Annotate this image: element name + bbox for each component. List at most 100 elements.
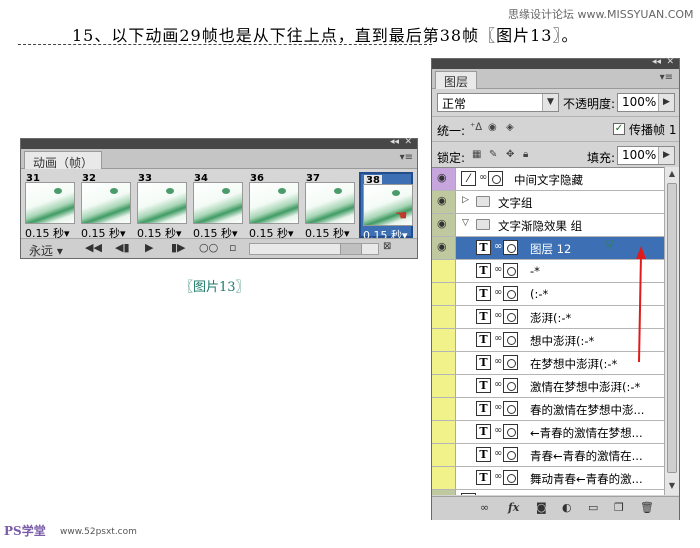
animation-scrollbar[interactable] bbox=[249, 243, 379, 255]
unify-label: 统一: bbox=[437, 124, 466, 138]
folder-icon bbox=[476, 219, 490, 230]
animation-frame[interactable]: 31 0.15 秒▾ bbox=[23, 172, 77, 240]
layer-visibility-toggle[interactable] bbox=[432, 329, 456, 351]
layer-visibility-toggle[interactable]: ◉ bbox=[432, 490, 456, 495]
eye-icon: ◉ bbox=[437, 493, 447, 495]
animation-frame[interactable]: 32 0.15 秒▾ bbox=[79, 172, 133, 240]
layer-row[interactable]: T ∞ 春的激情在梦想中澎... bbox=[432, 398, 664, 421]
blend-mode-select[interactable]: 正常 ▼ bbox=[437, 93, 559, 112]
layer-row[interactable]: T ∞ -* bbox=[432, 260, 664, 283]
unify-visibility-icon[interactable]: ◉ bbox=[488, 122, 497, 133]
collapse-triangle-icon[interactable]: ▽ bbox=[462, 218, 469, 228]
layer-group-row[interactable]: ◉ ▷ 文字组 bbox=[432, 191, 664, 214]
text-layer-icon: T bbox=[476, 378, 491, 393]
layer-row[interactable]: T ∞ 澎湃(:-* bbox=[432, 306, 664, 329]
close-icon[interactable]: ✕ bbox=[404, 137, 412, 147]
scrollbar-thumb[interactable] bbox=[340, 244, 362, 254]
layer-row-selected[interactable]: ◉ T ∞ 图层 12 ☟ bbox=[432, 237, 664, 260]
folder-icon[interactable]: ▭ bbox=[588, 501, 598, 514]
scroll-up-icon[interactable]: ▲ bbox=[666, 169, 678, 181]
layer-visibility-toggle[interactable] bbox=[432, 306, 456, 328]
layer-row[interactable]: T ∞ 在梦想中澎湃(:-* bbox=[432, 352, 664, 375]
layer-group-row[interactable]: ◉ ▽ 文字渐隐效果 组 bbox=[432, 214, 664, 237]
layer-visibility-toggle[interactable] bbox=[432, 375, 456, 397]
close-icon[interactable]: ✕ bbox=[666, 57, 674, 67]
layer-visibility-toggle[interactable] bbox=[432, 421, 456, 443]
animation-frame[interactable]: 34 0.15 秒▾ bbox=[191, 172, 245, 240]
new-layer-icon[interactable]: ❐ bbox=[614, 501, 624, 514]
duplicate-frame-button[interactable]: ▫ bbox=[229, 241, 236, 254]
layer-visibility-toggle[interactable] bbox=[432, 260, 456, 282]
layer-visibility-toggle[interactable]: ◉ bbox=[432, 168, 456, 190]
fx-icon[interactable]: fx bbox=[508, 501, 519, 514]
divider bbox=[432, 141, 679, 142]
link-icon: ∞ bbox=[494, 241, 503, 252]
expand-triangle-icon[interactable]: ▷ bbox=[462, 195, 469, 205]
layer-visibility-toggle[interactable]: ◉ bbox=[432, 237, 456, 259]
layers-panel-titlebar[interactable]: ◂◂ ✕ bbox=[432, 57, 679, 69]
lock-all-icon[interactable]: 🔒︎ bbox=[523, 149, 528, 160]
divider bbox=[432, 116, 679, 117]
propagate-frame-checkbox[interactable]: ✓ bbox=[613, 123, 625, 135]
text-layer-icon: T bbox=[476, 263, 491, 278]
layer-visibility-toggle[interactable] bbox=[432, 398, 456, 420]
lock-position-icon[interactable]: ✥ bbox=[506, 149, 514, 160]
panel-menu-icon[interactable]: ▾≡ bbox=[400, 152, 413, 163]
lock-transparency-icon[interactable]: ▦ bbox=[472, 149, 481, 160]
collapse-icon[interactable]: ◂◂ bbox=[390, 137, 399, 147]
animation-panel-titlebar[interactable]: ◂◂ ✕ bbox=[21, 137, 417, 149]
first-frame-button[interactable]: ◀◀ bbox=[85, 241, 102, 254]
layer-row[interactable]: T ∞ 激情在梦想中澎湃(:-* bbox=[432, 375, 664, 398]
timeline-toggle-icon[interactable]: ⊠ bbox=[383, 241, 391, 252]
animation-frame[interactable]: 37 0.15 秒▾ bbox=[303, 172, 357, 240]
layer-visibility-toggle[interactable]: ◉ bbox=[432, 214, 456, 236]
layer-name: (:-* bbox=[530, 287, 549, 301]
eye-icon: ◉ bbox=[437, 171, 447, 184]
adjustment-icon[interactable]: ◐ bbox=[562, 501, 572, 514]
unify-style-icon[interactable]: ◈ bbox=[506, 122, 514, 133]
next-frame-button[interactable]: ▮▶ bbox=[171, 241, 186, 254]
frame-thumbnail bbox=[81, 182, 131, 224]
layer-visibility-toggle[interactable] bbox=[432, 283, 456, 305]
tab-animation-frames[interactable]: 动画（帧） bbox=[24, 151, 103, 170]
mask-icon[interactable]: ◙ bbox=[536, 501, 547, 514]
layer-row[interactable]: ◉ ⁄ ∞ 中间文字隐藏 bbox=[432, 168, 664, 191]
layer-row[interactable]: T ∞ (:-* bbox=[432, 283, 664, 306]
layer-visibility-toggle[interactable] bbox=[432, 467, 456, 489]
layer-visibility-toggle[interactable]: ◉ bbox=[432, 191, 456, 213]
panel-menu-icon[interactable]: ▾≡ bbox=[660, 72, 673, 83]
text-layer-icon: T bbox=[476, 447, 491, 462]
animation-frame[interactable]: 36 0.15 秒▾ bbox=[247, 172, 301, 240]
layer-row[interactable]: T ∞ ←青春的激情在梦想... bbox=[432, 421, 664, 444]
opacity-input[interactable]: 100% ▶ bbox=[617, 93, 675, 112]
play-button[interactable]: ▶ bbox=[145, 241, 153, 254]
layer-mask-thumbnail bbox=[503, 332, 518, 347]
layer-mask-thumbnail bbox=[503, 355, 518, 370]
layer-row[interactable]: T ∞ 想中澎湃(:-* bbox=[432, 329, 664, 352]
text-layer-icon: T bbox=[476, 355, 491, 370]
layer-visibility-toggle[interactable] bbox=[432, 352, 456, 374]
scrollbar-thumb[interactable] bbox=[667, 183, 677, 473]
previous-frame-button[interactable]: ◀▮ bbox=[115, 241, 130, 254]
layer-name: ←青春的激情在梦想... bbox=[530, 426, 643, 440]
lock-pixels-icon[interactable]: ✎ bbox=[489, 149, 497, 160]
animation-frame[interactable]: 33 0.15 秒▾ bbox=[135, 172, 189, 240]
unify-position-icon[interactable]: ⁺ᐃ bbox=[470, 122, 482, 133]
fill-input[interactable]: 100% ▶ bbox=[617, 146, 675, 165]
scroll-down-icon[interactable]: ▼ bbox=[666, 481, 678, 493]
layers-scrollbar[interactable]: ▲ ▼ bbox=[664, 167, 679, 495]
layer-row[interactable]: T ∞ 青春←青春的激情在... bbox=[432, 444, 664, 467]
chevron-right-icon: ▶ bbox=[658, 94, 674, 111]
layer-row[interactable]: T ∞ 舞动青春←青春的激... bbox=[432, 467, 664, 490]
layer-name: 在梦想中澎湃(:-* bbox=[530, 357, 618, 371]
loop-select[interactable]: 永远 ▾ bbox=[29, 242, 63, 259]
animation-frame-selected[interactable]: 38 0.15 秒▾ ☚ bbox=[359, 172, 413, 242]
layer-visibility-toggle[interactable] bbox=[432, 444, 456, 466]
tab-layers[interactable]: 图层 bbox=[435, 71, 478, 89]
trash-icon[interactable]: 🗑︎ bbox=[640, 501, 654, 514]
layer-row-background[interactable]: ◉ 背景 bbox=[432, 490, 664, 495]
collapse-icon[interactable]: ◂◂ bbox=[652, 57, 661, 67]
eye-icon: ◉ bbox=[437, 217, 447, 230]
tween-button[interactable]: ○○ bbox=[199, 241, 218, 254]
link-icon[interactable]: ∞ bbox=[480, 501, 489, 514]
